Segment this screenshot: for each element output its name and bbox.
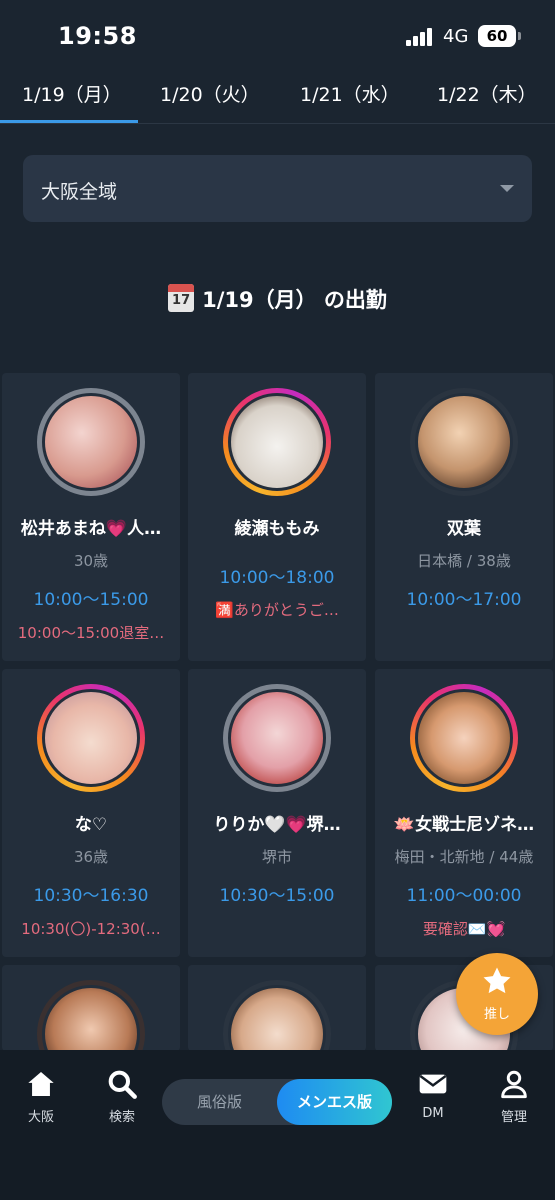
region-select-value: 大阪全域 (41, 181, 118, 203)
card-time: 10:00〜17:00 (406, 590, 522, 610)
therapist-card[interactable]: 双葉 日本橋 / 38歳 10:00〜17:00 (375, 373, 553, 661)
avatar[interactable] (228, 689, 326, 787)
nav-dm[interactable]: DM (393, 1068, 473, 1121)
tab-date-3[interactable]: 1/21（水） (300, 80, 400, 107)
user-icon (501, 1070, 527, 1099)
card-time: 10:30〜15:00 (219, 886, 335, 906)
mode-option-fuzoku[interactable]: 風俗版 (162, 1079, 277, 1125)
card-time: 10:00〜15:00 (33, 590, 149, 610)
active-tab-indicator (0, 120, 138, 123)
card-name: 松井あまね💗人… (20, 519, 162, 539)
nav-admin-label: 管理 (500, 1110, 527, 1125)
favorites-label: 推し (483, 1007, 510, 1022)
nav-dm-label: DM (422, 1106, 444, 1121)
search-icon (108, 1070, 137, 1099)
network-type: 4G (443, 26, 469, 47)
nav-home-label: 大阪 (27, 1110, 54, 1125)
nav-search-label: 検索 (108, 1110, 135, 1125)
avatar[interactable] (415, 689, 513, 787)
region-select[interactable]: 大阪全域 (23, 155, 532, 222)
card-name: 🪷女戦士尼ゾネ… (393, 815, 535, 835)
mode-option-mens-esthe[interactable]: メンエス版 (277, 1079, 392, 1125)
avatar-ring (223, 684, 331, 792)
card-note: 🈵ありがとうご… (215, 601, 339, 619)
date-tabs: 1/19（月） 1/20（火） 1/21（水） 1/22（木） (0, 70, 555, 124)
card-name: な♡ (74, 815, 108, 835)
section-heading: 17 1/19（月） の出勤 (0, 284, 555, 314)
avatar[interactable] (415, 393, 513, 491)
avatar-ring (37, 388, 145, 496)
mode-toggle[interactable]: 風俗版 メンエス版 (162, 1079, 392, 1125)
chevron-down-icon (500, 185, 514, 192)
therapist-card[interactable]: 綾瀬ももみ 10:00〜18:00 🈵ありがとうご… (188, 373, 366, 661)
favorites-button[interactable]: 推し (456, 953, 538, 1035)
tab-date-1[interactable]: 1/19（月） (22, 80, 122, 107)
therapist-card[interactable]: な♡ 36歳 10:30〜16:30 10:30(〇)-12:30(… (2, 669, 180, 957)
tab-date-2[interactable]: 1/20（火） (160, 80, 260, 107)
card-time: 11:00〜00:00 (406, 886, 522, 906)
star-icon (483, 967, 511, 994)
therapist-card[interactable] (188, 965, 366, 1051)
avatar-ring (223, 388, 331, 496)
card-meta: 30歳 (73, 552, 109, 570)
card-meta: 36歳 (73, 848, 109, 866)
section-title: 1/19（月） の出勤 (202, 288, 387, 312)
therapist-card[interactable]: りりか🤍💗堺… 堺市 10:30〜15:00 (188, 669, 366, 957)
battery-icon: 60 (478, 25, 516, 47)
therapist-card[interactable] (2, 965, 180, 1051)
therapist-card[interactable]: 松井あまね💗人… 30歳 10:00〜15:00 10:00〜15:00退室… (2, 373, 180, 661)
mail-icon (419, 1074, 447, 1094)
avatar[interactable] (228, 985, 326, 1051)
tab-date-4[interactable]: 1/22（木） (437, 80, 537, 107)
avatar[interactable] (42, 393, 140, 491)
signal-icon (406, 28, 436, 46)
avatar[interactable] (42, 985, 140, 1051)
avatar-ring (37, 980, 145, 1051)
battery-tip (518, 32, 521, 40)
card-time: 10:00〜18:00 (219, 568, 335, 588)
avatar[interactable] (228, 393, 326, 491)
card-meta: 日本橋 / 38歳 (417, 552, 511, 570)
card-note: 10:30(〇)-12:30(… (21, 920, 161, 938)
bottom-nav: 大阪 検索 風俗版 メンエス版 DM 管理 (0, 1050, 555, 1200)
card-name: りりか🤍💗堺… (213, 815, 341, 835)
nav-search[interactable]: 検索 (82, 1068, 162, 1125)
avatar-ring (410, 388, 518, 496)
card-note: 10:00〜15:00退室… (17, 624, 165, 642)
avatar-ring (410, 684, 518, 792)
avatar-ring (223, 980, 331, 1051)
nav-home[interactable]: 大阪 (1, 1068, 81, 1125)
card-note: 要確認✉️💓 (422, 920, 506, 938)
status-time: 19:58 (58, 22, 137, 50)
status-bar: 19:58 4G 60 (0, 0, 555, 70)
nav-admin[interactable]: 管理 (474, 1068, 554, 1125)
card-name: 双葉 (447, 519, 481, 539)
calendar-icon-day: 17 (172, 293, 191, 308)
calendar-icon: 17 (168, 284, 195, 312)
therapist-card[interactable]: 🪷女戦士尼ゾネ… 梅田・北新地 / 44歳 11:00〜00:00 要確認✉️💓 (375, 669, 553, 957)
home-icon (28, 1072, 54, 1096)
card-meta: 堺市 (261, 848, 292, 866)
card-meta: 梅田・北新地 / 44歳 (394, 848, 534, 866)
card-name: 綾瀬ももみ (234, 519, 320, 539)
card-time: 10:30〜16:30 (33, 886, 149, 906)
avatar-ring (37, 684, 145, 792)
avatar[interactable] (42, 689, 140, 787)
